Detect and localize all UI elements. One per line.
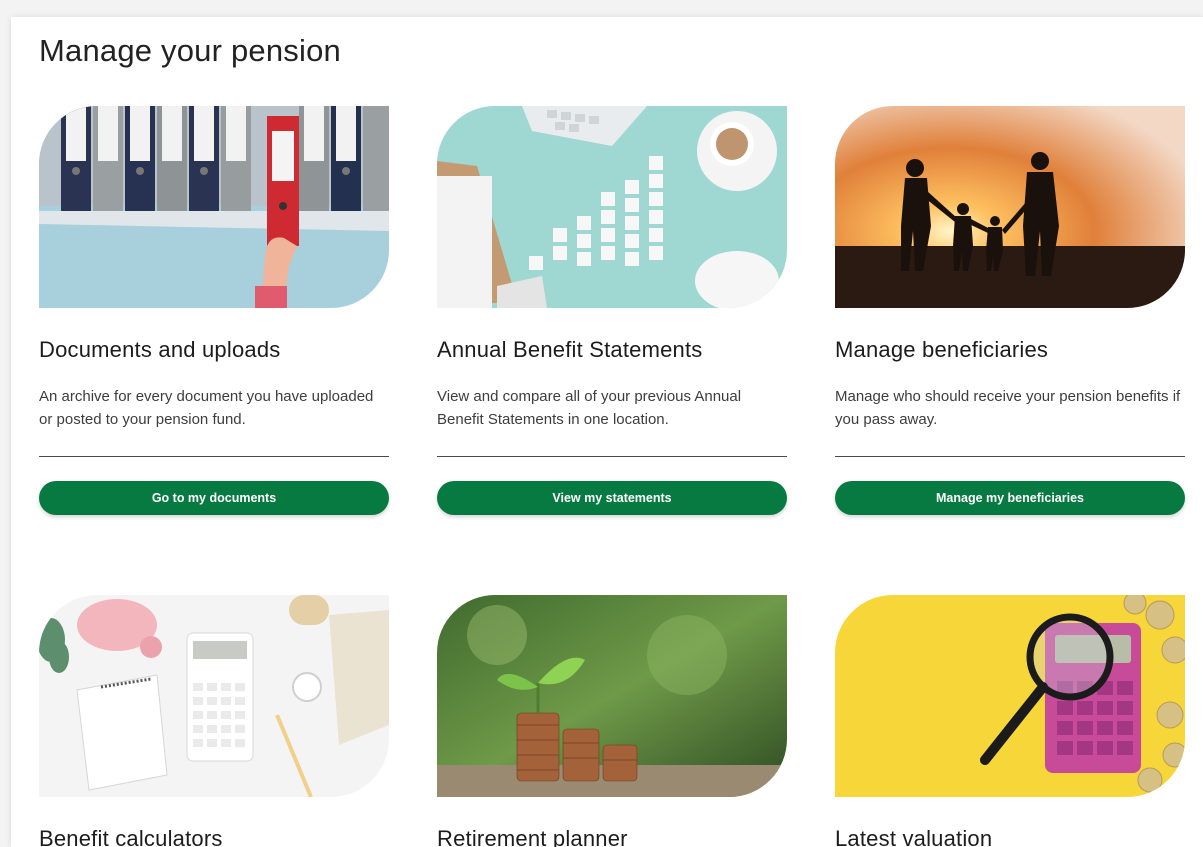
magnifier-calculator-coins-image: [835, 595, 1185, 797]
valuation-title: Latest valuation: [835, 826, 993, 847]
calculators-image: [39, 595, 389, 797]
page-title: Manage your pension: [39, 33, 341, 68]
piggy-bank-calculator-desk-image: [39, 595, 389, 797]
beneficiaries-image: [835, 106, 1185, 308]
documents-divider: [39, 456, 389, 457]
planner-title: Retirement planner: [437, 826, 628, 847]
go-to-documents-button[interactable]: Go to my documents: [39, 481, 389, 515]
calculators-card: Benefit calculators: [39, 595, 389, 847]
beneficiaries-title: Manage beneficiaries: [835, 337, 1049, 362]
red-binder-on-shelf-image: [39, 106, 389, 308]
view-statements-button[interactable]: View my statements: [437, 481, 787, 515]
planner-image: [437, 595, 787, 797]
beneficiaries-card: Manage beneficiaries Manage who should r…: [835, 106, 1185, 515]
family-sunset-silhouette-image: [835, 106, 1185, 308]
keyboard-coffee-blocks-image: [437, 106, 787, 308]
beneficiaries-divider: [835, 456, 1185, 457]
statements-divider: [437, 456, 787, 457]
coins-with-sprout-image: [437, 595, 787, 797]
manage-beneficiaries-button[interactable]: Manage my beneficiaries: [835, 481, 1185, 515]
beneficiaries-description: Manage who should receive your pension b…: [835, 388, 1181, 428]
documents-description: An archive for every document you have u…: [39, 388, 374, 428]
valuation-image: [835, 595, 1185, 797]
documents-title: Documents and uploads: [39, 337, 281, 362]
manage-pension-panel: Manage your pension Documents and upload…: [11, 17, 1203, 847]
calculators-title: Benefit calculators: [39, 826, 223, 847]
statements-image: [437, 106, 787, 308]
statements-title: Annual Benefit Statements: [437, 337, 703, 362]
statements-description: View and compare all of your previous An…: [437, 388, 742, 428]
planner-card: Retirement planner: [437, 595, 787, 847]
statements-card: Annual Benefit Statements View and compa…: [437, 106, 787, 515]
valuation-card: Latest valuation: [835, 595, 1185, 847]
documents-card: Documents and uploads An archive for eve…: [39, 106, 389, 515]
documents-image: [39, 106, 389, 308]
